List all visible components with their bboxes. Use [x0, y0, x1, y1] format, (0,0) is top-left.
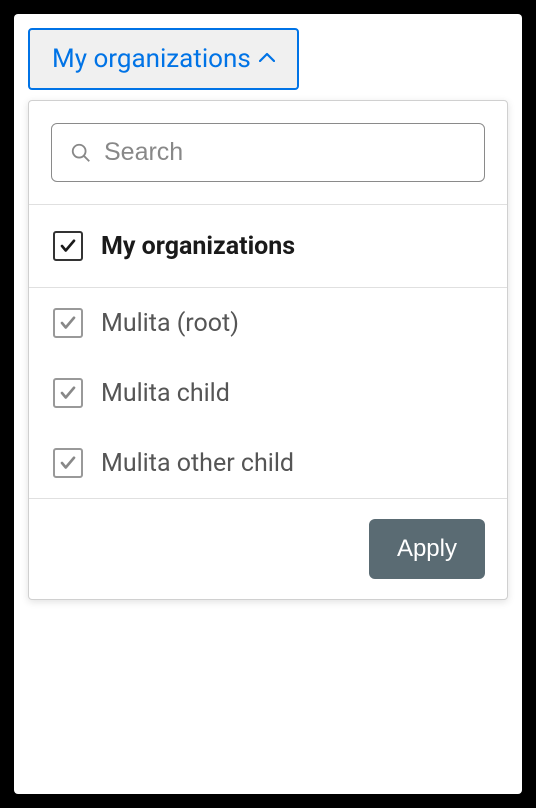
- options-list: My organizations Mulita (root) Mulita ch…: [29, 205, 507, 498]
- dropdown-trigger-label: My organizations: [52, 44, 251, 74]
- option-label: Mulita other child: [101, 449, 294, 478]
- option-my-organizations[interactable]: My organizations: [29, 205, 507, 288]
- checkbox[interactable]: [53, 448, 83, 478]
- organizations-dropdown-panel: My organizations Mulita (root) Mulita ch…: [28, 100, 508, 600]
- search-icon: [70, 142, 92, 164]
- option-label: My organizations: [101, 232, 295, 261]
- dropdown-footer: Apply: [29, 498, 507, 599]
- checkbox[interactable]: [53, 231, 83, 261]
- checkbox[interactable]: [53, 308, 83, 338]
- option-label: Mulita (root): [101, 309, 239, 338]
- checkbox[interactable]: [53, 378, 83, 408]
- option-mulita-other-child[interactable]: Mulita other child: [29, 428, 507, 498]
- search-box[interactable]: [51, 123, 485, 182]
- checkmark-icon: [59, 384, 77, 402]
- search-wrapper: [29, 101, 507, 205]
- checkmark-icon: [59, 454, 77, 472]
- option-mulita-child[interactable]: Mulita child: [29, 358, 507, 428]
- organizations-dropdown-trigger[interactable]: My organizations: [28, 28, 299, 90]
- chevron-up-icon: [259, 48, 275, 66]
- checkmark-icon: [59, 314, 77, 332]
- checkmark-icon: [59, 237, 77, 255]
- apply-button[interactable]: Apply: [369, 519, 485, 579]
- search-input[interactable]: [104, 138, 466, 167]
- option-mulita-root[interactable]: Mulita (root): [29, 288, 507, 358]
- option-label: Mulita child: [101, 379, 230, 408]
